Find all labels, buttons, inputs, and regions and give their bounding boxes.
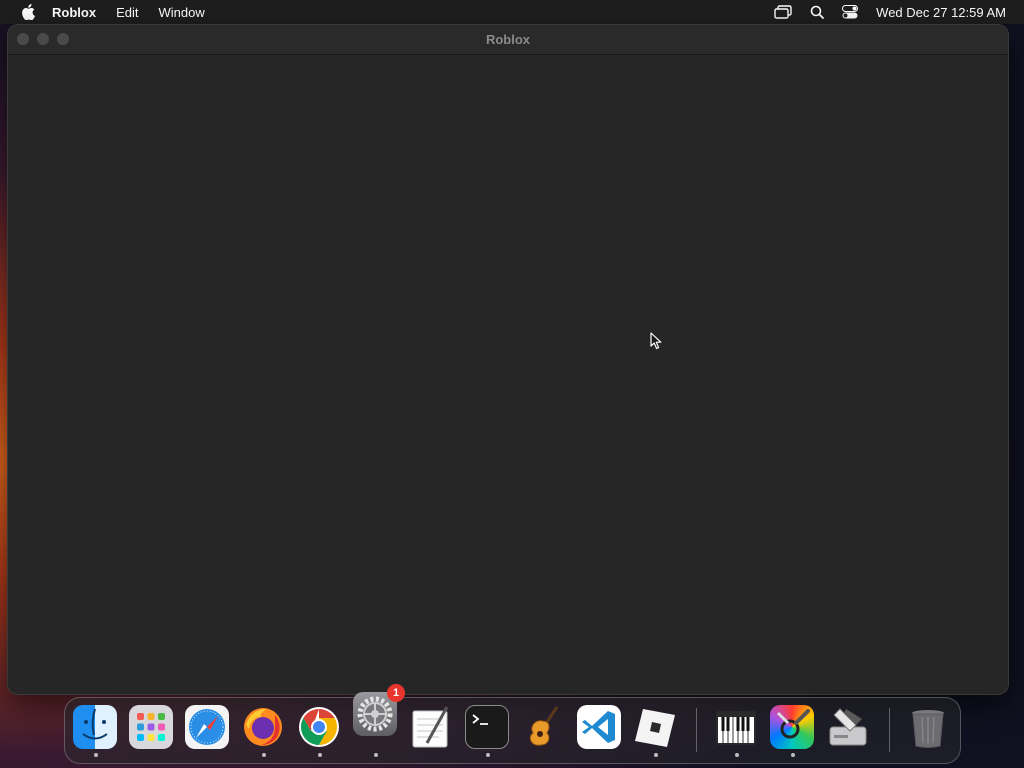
dock-separator [696, 708, 697, 752]
safari-icon [185, 705, 229, 749]
spotlight-search-icon[interactable] [810, 5, 825, 19]
window-title: Roblox [485, 32, 531, 47]
dock-item-colorsync-utility[interactable] [770, 705, 816, 757]
roblox-window: Roblox [8, 25, 1008, 694]
close-button[interactable] [17, 33, 29, 45]
running-indicator [318, 753, 322, 757]
dock-item-roblox[interactable] [633, 705, 679, 757]
zoom-button[interactable] [57, 33, 69, 45]
garageband-icon [521, 705, 565, 749]
dock-item-system-settings[interactable]: 1 [353, 684, 405, 757]
disk-utility-icon [826, 705, 870, 749]
running-indicator [374, 753, 378, 757]
dock-item-firefox[interactable] [241, 705, 287, 757]
firefox-icon [241, 705, 285, 749]
running-indicator [654, 753, 658, 757]
menu-bar: Roblox Edit Window Wed Dec 27 12:59 AM [0, 0, 1024, 24]
menu-app-name[interactable]: Roblox [52, 5, 96, 20]
chrome-icon [297, 705, 341, 749]
screen-mirroring-icon[interactable] [774, 5, 792, 19]
window-titlebar[interactable]: Roblox [8, 25, 1008, 55]
control-center-icon[interactable] [842, 5, 859, 19]
dock-item-chrome[interactable] [297, 705, 343, 757]
menu-bar-clock[interactable]: Wed Dec 27 12:59 AM [876, 5, 1006, 20]
mouse-pointer-icon [650, 332, 662, 350]
dock-item-safari[interactable] [185, 705, 231, 751]
running-indicator [486, 753, 490, 757]
running-indicator [262, 753, 266, 757]
roblox-icon [633, 705, 677, 749]
trash-icon [906, 705, 950, 749]
menu-edit[interactable]: Edit [116, 5, 138, 20]
menu-window[interactable]: Window [158, 5, 204, 20]
textedit-icon [409, 705, 453, 749]
piano-keyboard-icon [714, 705, 758, 749]
notification-badge: 1 [387, 684, 405, 702]
dock-item-launchpad[interactable] [129, 705, 175, 751]
window-content-area[interactable] [8, 55, 1008, 694]
dock-item-disk-utility[interactable] [826, 705, 872, 751]
running-indicator [735, 753, 739, 757]
running-indicator [94, 753, 98, 757]
colorsync-utility-icon [770, 705, 814, 749]
dock-separator [889, 708, 890, 752]
window-controls [17, 33, 69, 45]
apple-menu-icon[interactable] [18, 0, 38, 24]
dock-item-terminal[interactable] [465, 705, 511, 757]
dock-item-textedit[interactable] [409, 705, 455, 751]
dock-item-trash[interactable] [906, 705, 952, 751]
dock: 1 [64, 684, 961, 764]
terminal-icon [465, 705, 509, 749]
minimize-button[interactable] [37, 33, 49, 45]
dock-item-finder[interactable] [73, 705, 119, 757]
dock-item-garageband[interactable] [521, 705, 567, 751]
finder-icon [73, 705, 117, 749]
dock-item-vscode[interactable] [577, 705, 623, 751]
vscode-icon [577, 705, 621, 749]
running-indicator [791, 753, 795, 757]
launchpad-icon [129, 705, 173, 749]
dock-item-midi-keyboard[interactable] [714, 705, 760, 757]
